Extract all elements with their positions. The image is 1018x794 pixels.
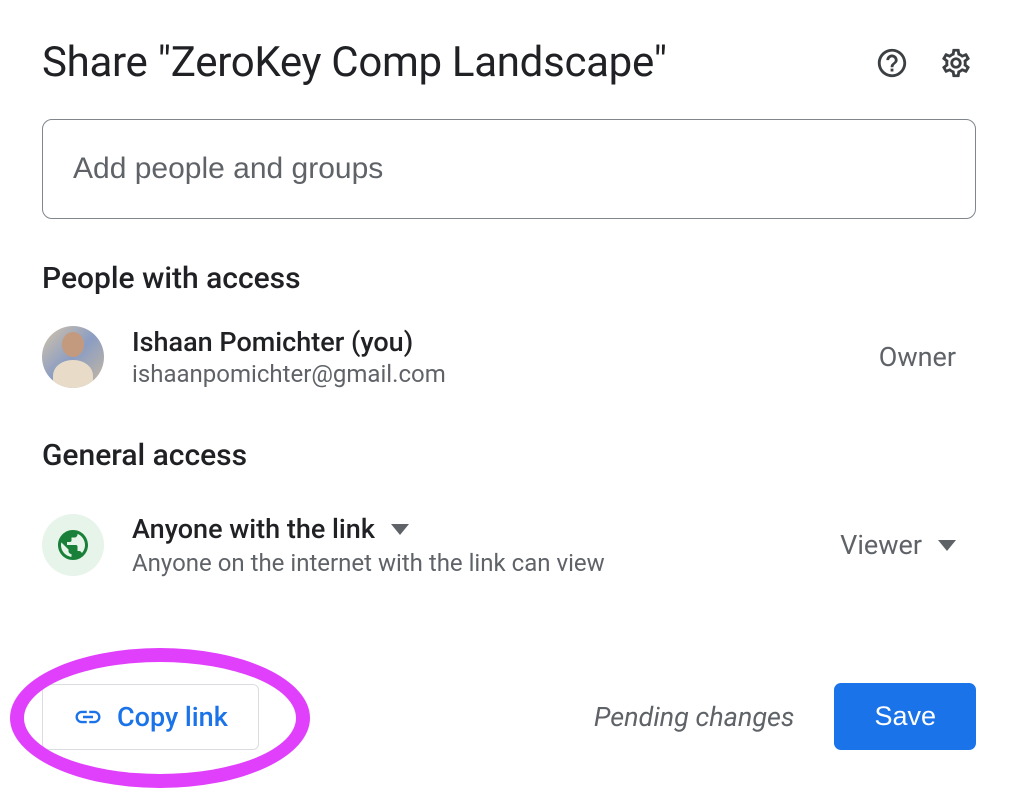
chevron-down-icon [391,524,409,535]
people-access-heading: People with access [42,261,976,296]
dialog-footer: Copy link Pending changes Save [42,683,976,750]
save-button[interactable]: Save [834,683,976,750]
avatar [42,326,104,388]
public-access-icon-circle [42,514,104,576]
dialog-header: Share "ZeroKey Comp Landscape" [42,38,976,87]
general-access-heading: General access [42,438,976,473]
person-row-owner: Ishaan Pomichter (you) ishaanpomichter@g… [42,316,976,416]
pending-changes-text: Pending changes [594,701,795,733]
role-dropdown[interactable]: Viewer [840,529,956,561]
link-icon [73,702,103,732]
person-email: ishaanpomichter@gmail.com [132,360,879,388]
copy-link-button[interactable]: Copy link [42,684,259,750]
share-dialog: Share "ZeroKey Comp Landscape" People wi… [0,0,1018,794]
person-name: Ishaan Pomichter (you) [132,326,879,358]
access-scope-dropdown[interactable]: Anyone with the link [132,513,840,545]
help-button[interactable] [872,43,912,83]
header-icons [872,43,976,83]
help-icon [875,46,909,80]
owner-role: Owner [879,341,956,373]
globe-icon [55,527,91,563]
settings-button[interactable] [936,43,976,83]
access-description: Anyone on the internet with the link can… [132,549,840,577]
person-info: Ishaan Pomichter (you) ishaanpomichter@g… [132,326,879,388]
footer-right: Pending changes Save [594,683,976,750]
gear-icon [939,46,973,80]
add-people-input[interactable] [42,119,976,219]
chevron-down-icon [938,540,956,551]
general-access-row: Anyone with the link Anyone on the inter… [42,493,976,597]
copy-link-label: Copy link [117,701,228,733]
access-scope-label: Anyone with the link [132,513,375,545]
general-access-section: General access Anyone with the link Anyo… [42,438,976,597]
access-info: Anyone with the link Anyone on the inter… [132,513,840,577]
dialog-title: Share "ZeroKey Comp Landscape" [42,38,667,87]
role-dropdown-label: Viewer [840,529,922,561]
